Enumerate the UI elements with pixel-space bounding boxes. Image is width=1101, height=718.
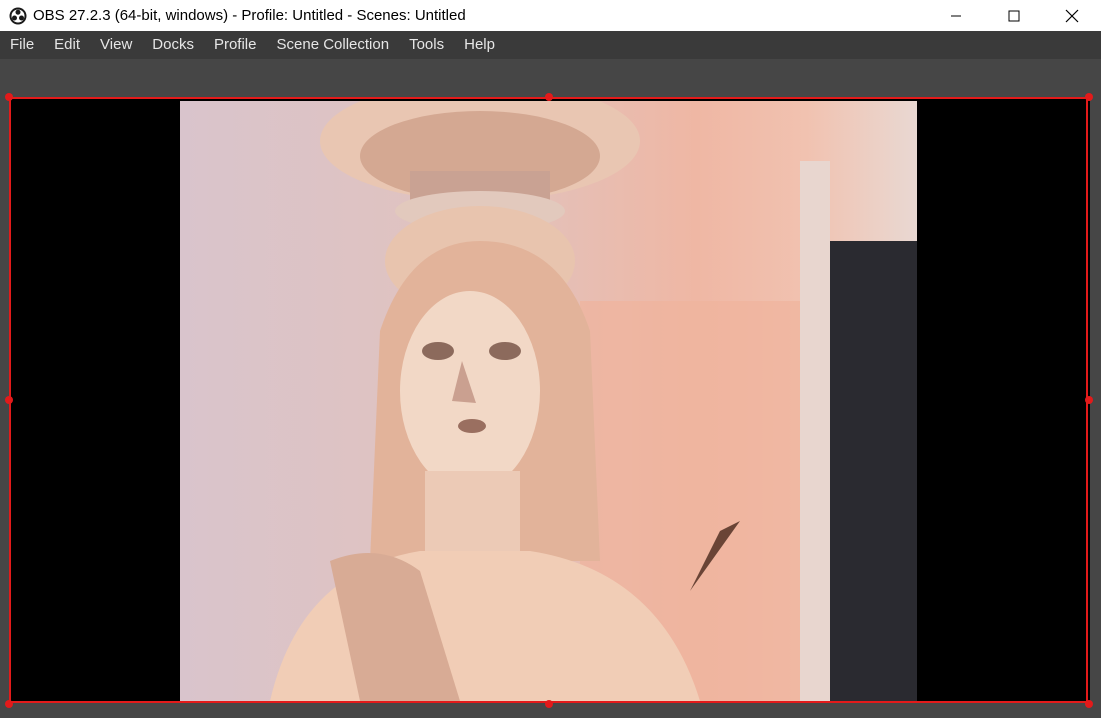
menu-edit[interactable]: Edit	[44, 31, 90, 59]
minimize-icon	[951, 15, 961, 16]
resize-handle-bottom-right[interactable]	[1085, 700, 1093, 708]
resize-handle-top-left[interactable]	[5, 93, 13, 101]
resize-handle-bottom-left[interactable]	[5, 700, 13, 708]
statue-image	[270, 101, 917, 701]
menu-view[interactable]: View	[90, 31, 142, 59]
menu-scene-collection[interactable]: Scene Collection	[267, 31, 400, 59]
resize-handle-top-center[interactable]	[545, 93, 553, 101]
menu-file[interactable]: File	[0, 31, 44, 59]
resize-handle-middle-right[interactable]	[1085, 396, 1093, 404]
menu-tools[interactable]: Tools	[399, 31, 454, 59]
menu-bar: File Edit View Docks Profile Scene Colle…	[0, 31, 1101, 59]
close-icon	[1065, 9, 1079, 22]
resize-handle-bottom-center[interactable]	[545, 700, 553, 708]
maximize-button[interactable]	[985, 0, 1043, 31]
menu-profile[interactable]: Profile	[204, 31, 267, 59]
maximize-icon	[1008, 10, 1020, 21]
minimize-button[interactable]	[927, 0, 985, 31]
menu-docks[interactable]: Docks	[142, 31, 204, 59]
window-title: OBS 27.2.3 (64-bit, windows) - Profile: …	[33, 7, 466, 24]
resize-handle-top-right[interactable]	[1085, 93, 1093, 101]
window-controls	[927, 0, 1101, 31]
menu-help[interactable]: Help	[454, 31, 505, 59]
obs-logo-icon	[9, 7, 27, 25]
close-button[interactable]	[1043, 0, 1101, 31]
title-bar[interactable]: OBS 27.2.3 (64-bit, windows) - Profile: …	[0, 0, 1101, 31]
video-capture-source[interactable]	[180, 101, 917, 701]
resize-handle-middle-left[interactable]	[5, 396, 13, 404]
